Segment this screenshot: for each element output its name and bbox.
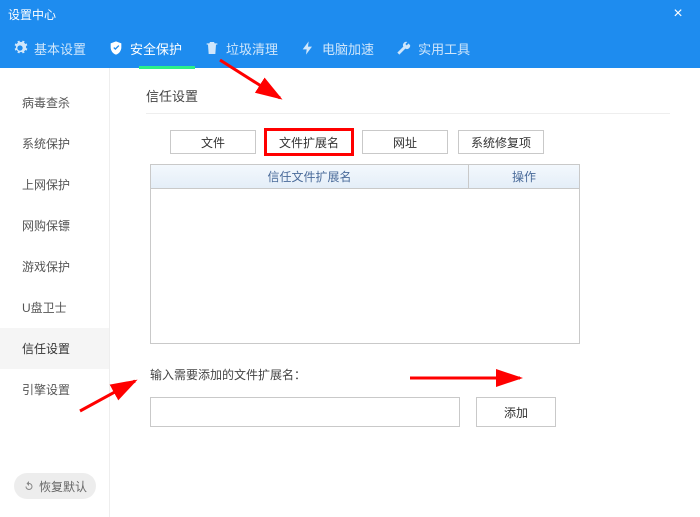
gear-icon (12, 40, 28, 56)
trash-icon (204, 40, 220, 56)
close-icon[interactable]: × (664, 5, 692, 23)
sidebar-item-system-protect[interactable]: 系统保护 (0, 123, 109, 164)
input-prompt: 输入需要添加的文件扩展名： (150, 366, 670, 383)
sidebar-item-shopping-guard[interactable]: 网购保镖 (0, 205, 109, 246)
sidebar-item-engine-settings[interactable]: 引擎设置 (0, 369, 109, 410)
list-body (151, 189, 579, 343)
section-title: 信任设置 (146, 86, 670, 114)
refresh-icon (23, 480, 35, 492)
nav-security[interactable]: 安全保护 (106, 33, 184, 64)
restore-label: 恢复默认 (39, 478, 87, 495)
tab-url[interactable]: 网址 (362, 130, 448, 154)
trusted-list: 信任文件扩展名 操作 (150, 164, 580, 344)
nav-basic-settings[interactable]: 基本设置 (10, 33, 88, 64)
nav-label: 电脑加速 (322, 39, 374, 58)
add-button[interactable]: 添加 (476, 397, 556, 427)
extension-input[interactable] (150, 397, 460, 427)
list-header-action: 操作 (469, 165, 579, 188)
list-header-name: 信任文件扩展名 (151, 165, 469, 188)
nav-tools[interactable]: 实用工具 (394, 33, 472, 64)
tab-file-extension[interactable]: 文件扩展名 (266, 130, 352, 154)
nav-label: 基本设置 (34, 39, 86, 58)
tab-system-repair[interactable]: 系统修复项 (458, 130, 544, 154)
wrench-icon (396, 40, 412, 56)
nav-label: 垃圾清理 (226, 39, 278, 58)
window-title: 设置中心 (8, 6, 56, 23)
list-header: 信任文件扩展名 操作 (151, 165, 579, 189)
top-nav: 基本设置 安全保护 垃圾清理 电脑加速 实用工具 (0, 28, 700, 68)
nav-label: 实用工具 (418, 39, 470, 58)
tab-file[interactable]: 文件 (170, 130, 256, 154)
nav-speedup[interactable]: 电脑加速 (298, 33, 376, 64)
title-bar: 设置中心 × (0, 0, 700, 28)
sidebar-item-game-protect[interactable]: 游戏保护 (0, 246, 109, 287)
shield-icon (108, 40, 124, 56)
sidebar-item-trust-settings[interactable]: 信任设置 (0, 328, 109, 369)
bolt-icon (300, 40, 316, 56)
content-area: 信任设置 文件 文件扩展名 网址 系统修复项 信任文件扩展名 操作 输入需要添加… (110, 68, 700, 517)
trust-tabs: 文件 文件扩展名 网址 系统修复项 (170, 130, 670, 154)
nav-label: 安全保护 (130, 39, 182, 58)
nav-cleanup[interactable]: 垃圾清理 (202, 33, 280, 64)
sidebar-item-web-protect[interactable]: 上网保护 (0, 164, 109, 205)
sidebar: 病毒查杀 系统保护 上网保护 网购保镖 游戏保护 U盘卫士 信任设置 引擎设置 … (0, 68, 110, 517)
restore-defaults-button[interactable]: 恢复默认 (14, 473, 96, 499)
sidebar-item-virus-scan[interactable]: 病毒查杀 (0, 82, 109, 123)
sidebar-item-usb-guard[interactable]: U盘卫士 (0, 287, 109, 328)
